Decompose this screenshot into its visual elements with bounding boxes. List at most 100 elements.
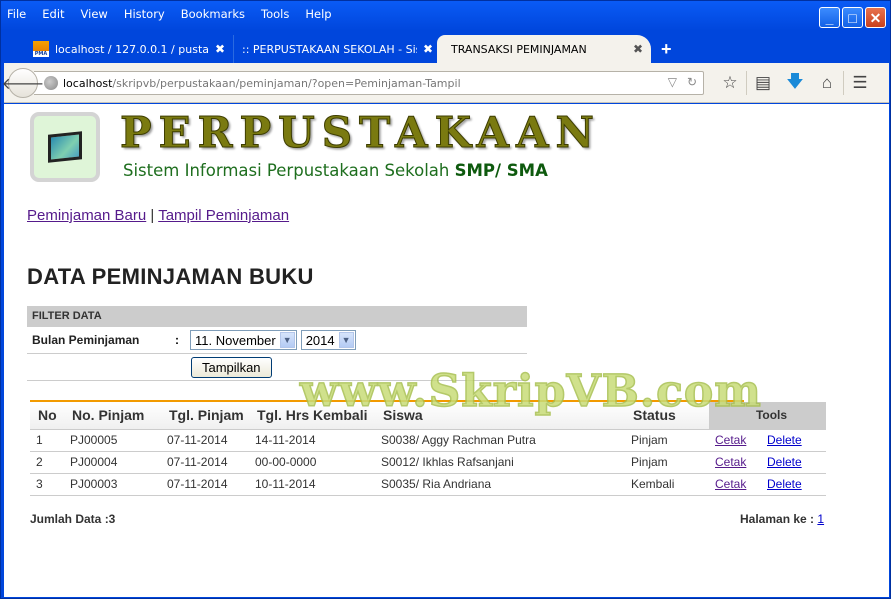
cell-delete: Delete (761, 472, 826, 496)
cell-print: Cetak (709, 472, 761, 496)
year-select[interactable]: 2014 ▼ (300, 330, 356, 350)
new-loan-link[interactable]: Peminjaman Baru (27, 207, 146, 224)
menu-edit[interactable]: Edit (42, 7, 64, 25)
link-separator: | (146, 207, 159, 224)
cell-tgl-kembali: 14-11-2014 (249, 428, 375, 452)
cell-siswa: S0038/ Aggy Rachman Putra (375, 428, 625, 452)
page-links: Peminjaman Baru | Tampil Peminjaman (27, 207, 289, 224)
new-tab-button[interactable]: + (661, 39, 672, 60)
tab-label: localhost / 127.0.0.1 / pustak... (55, 42, 209, 56)
record-count: Jumlah Data :3 (30, 512, 116, 526)
tab-perpustakaan[interactable]: :: PERPUSTAKAAN SEKOLAH - Sist... ✖ (233, 35, 441, 63)
tab-phpmyadmin[interactable]: localhost / 127.0.0.1 / pustak... ✖ (25, 35, 233, 63)
menu-file[interactable]: File (7, 7, 26, 25)
site-logo (30, 112, 100, 182)
minimize-button[interactable]: _ (819, 7, 840, 28)
cell-tgl-kembali: 00-00-0000 (249, 450, 375, 474)
minimize-icon: _ (825, 9, 834, 26)
chevron-down-icon: ▼ (338, 332, 354, 348)
tab-close-icon[interactable]: ✖ (423, 42, 433, 56)
cell-no: 2 (30, 450, 64, 474)
url-host: localhost (63, 76, 113, 90)
month-select[interactable]: 11. November ▼ (190, 330, 297, 350)
print-link[interactable]: Cetak (715, 455, 746, 469)
cell-delete: Delete (761, 428, 826, 452)
col-siswa: Siswa (375, 402, 625, 429)
hamburger-menu-icon[interactable]: ☰ (844, 71, 876, 95)
cell-status: Pinjam (625, 428, 709, 452)
home-icon[interactable]: ⌂ (811, 71, 843, 95)
table-row: 1 PJ00005 07-11-2014 14-11-2014 S0038/ A… (30, 428, 826, 452)
table-header-row: No No. Pinjam Tgl. Pinjam Tgl. Hrs Kemba… (30, 402, 826, 429)
tab-strip: localhost / 127.0.0.1 / pustak... ✖ :: P… (1, 33, 891, 63)
tab-close-icon[interactable]: ✖ (215, 42, 225, 56)
tab-label: TRANSAKSI PEMINJAMAN (451, 42, 587, 56)
reading-list-icon[interactable]: ▤ (747, 71, 779, 95)
close-icon: ✕ (869, 9, 882, 26)
maximize-icon: □ (848, 9, 857, 26)
download-icon[interactable]: 🡇 (779, 71, 811, 95)
url-bar[interactable]: localhost/skripvb/perpustakaan/peminjama… (34, 71, 704, 95)
col-tgl-kembali: Tgl. Hrs Kembali (249, 402, 375, 429)
cell-no-pinjam: PJ00004 (64, 450, 161, 474)
col-status: Status (625, 402, 709, 429)
tab-close-icon[interactable]: ✖ (633, 42, 643, 56)
menu-view[interactable]: View (81, 7, 108, 25)
filter-button-row: Tampilkan (27, 354, 527, 381)
print-link[interactable]: Cetak (715, 477, 746, 491)
tab-transaksi-peminjaman[interactable]: TRANSAKSI PEMINJAMAN ✖ (437, 35, 651, 63)
cell-delete: Delete (761, 450, 826, 474)
chevron-down-icon: ▼ (279, 332, 295, 348)
pos-terminal-icon (48, 131, 82, 163)
show-button[interactable]: Tampilkan (191, 356, 272, 378)
col-tools: Tools (709, 402, 826, 429)
show-loans-link[interactable]: Tampil Peminjaman (158, 207, 289, 224)
pagination: Halaman ke : 1 (740, 512, 824, 526)
page-title: DATA PEMINJAMAN BUKU (27, 264, 314, 289)
phpmyadmin-icon (33, 41, 49, 57)
cell-status: Kembali (625, 472, 709, 496)
menu-bar: File Edit View History Bookmarks Tools H… (7, 7, 348, 25)
reload-icon[interactable]: ↻ (687, 75, 697, 89)
close-window-button[interactable]: ✕ (865, 7, 886, 28)
loans-table: No No. Pinjam Tgl. Pinjam Tgl. Hrs Kemba… (30, 402, 826, 496)
colon: : (175, 333, 179, 347)
page-content: PERPUSTAKAAN Sistem Informasi Perpustaka… (4, 104, 889, 597)
cell-tgl-pinjam: 07-11-2014 (161, 472, 249, 496)
cell-print: Cetak (709, 428, 761, 452)
back-arrow-icon: 🡐 (1, 75, 45, 93)
print-link[interactable]: Cetak (715, 433, 746, 447)
cell-no-pinjam: PJ00005 (64, 428, 161, 452)
dropdown-history-icon[interactable]: ▽ (668, 75, 677, 89)
cell-siswa: S0035/ Ria Andriana (375, 472, 625, 496)
cell-tgl-kembali: 10-11-2014 (249, 472, 375, 496)
bookmark-star-icon[interactable]: ☆ (714, 71, 746, 95)
filter-month-row: Bulan Peminjaman : 11. November ▼ 2014 ▼ (27, 327, 527, 354)
menu-help[interactable]: Help (305, 7, 331, 25)
site-subtitle: Sistem Informasi Perpustakaan Sekolah SM… (123, 161, 548, 180)
delete-link[interactable]: Delete (767, 477, 802, 491)
subtitle-text: Sistem Informasi Perpustakaan Sekolah (123, 161, 455, 180)
year-value: 2014 (305, 332, 335, 348)
delete-link[interactable]: Delete (767, 433, 802, 447)
table-row: 3 PJ00003 07-11-2014 10-11-2014 S0035/ R… (30, 472, 826, 496)
filter-header: FILTER DATA (27, 306, 527, 327)
page-link-1[interactable]: 1 (817, 512, 824, 526)
back-button[interactable]: 🡐 (2, 68, 44, 98)
table-row: 2 PJ00004 07-11-2014 00-00-0000 S0012/ I… (30, 450, 826, 474)
cell-tgl-pinjam: 07-11-2014 (161, 450, 249, 474)
tab-label: :: PERPUSTAKAAN SEKOLAH - Sist... (242, 42, 417, 56)
month-value: 11. November (195, 332, 276, 348)
cell-no: 1 (30, 428, 64, 452)
maximize-button[interactable]: □ (842, 7, 863, 28)
menu-history[interactable]: History (124, 7, 165, 25)
site-title: PERPUSTAKAAN (120, 108, 601, 158)
menu-tools[interactable]: Tools (261, 7, 289, 25)
menu-bookmarks[interactable]: Bookmarks (181, 7, 245, 25)
page-label: Halaman ke : (740, 512, 818, 526)
month-label: Bulan Peminjaman (32, 333, 140, 347)
col-no: No (30, 402, 64, 429)
col-tgl-pinjam: Tgl. Pinjam (161, 402, 249, 429)
url-path: /skripvb/perpustakaan/peminjaman/?open=P… (112, 76, 461, 90)
delete-link[interactable]: Delete (767, 455, 802, 469)
